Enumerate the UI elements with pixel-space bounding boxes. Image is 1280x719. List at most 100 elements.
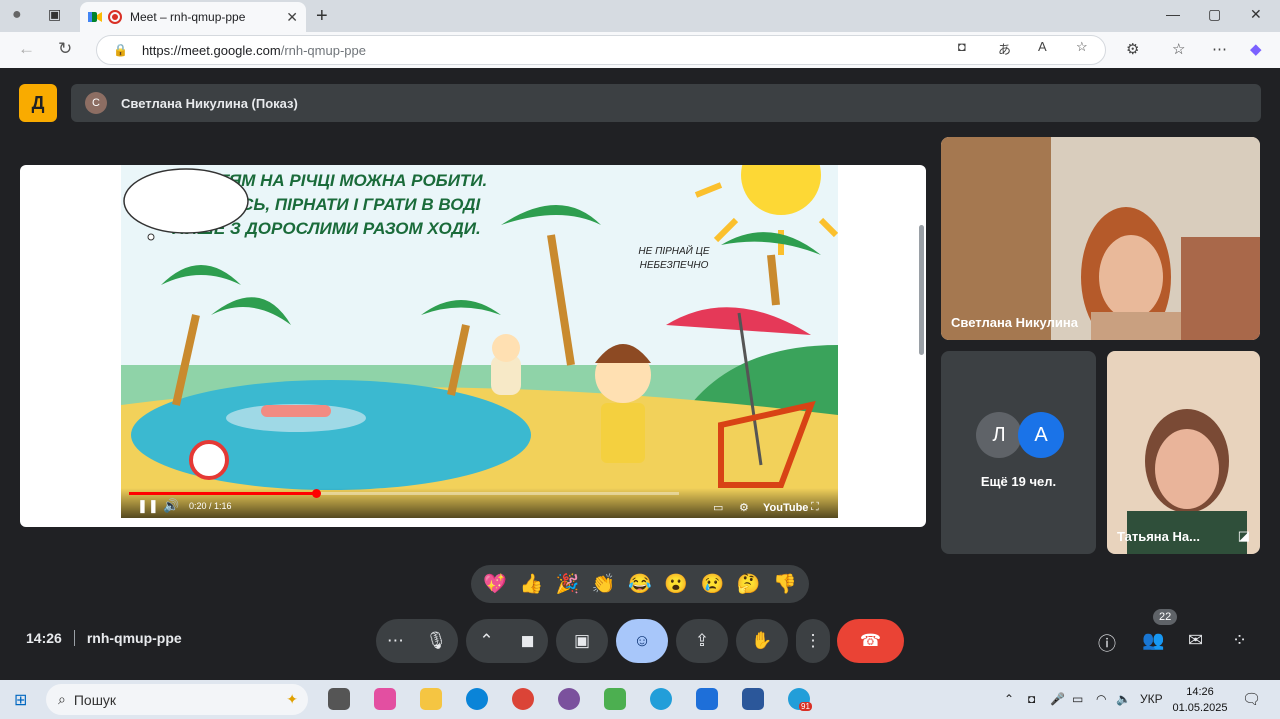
meeting-details-icon[interactable]: ⓘ [1098,630,1116,656]
bubble-text: НЕ ПІРНАЙ ЦЕ НЕБЕЗПЕЧНО [619,245,729,273]
edge-icon[interactable] [466,688,488,710]
start-icon[interactable]: ⊞ [14,690,27,710]
extensions-icon[interactable]: ⚙ [1126,40,1139,58]
profile-icon[interactable]: ● [12,6,22,24]
pause-icon[interactable]: ❚❚ [137,498,159,514]
search-icon: ⌕ [58,691,66,707]
word-icon[interactable] [742,688,764,710]
participant-tile[interactable]: Татьяна На... ◪ [1107,351,1260,554]
more-audio-options-icon[interactable]: ⋯ [387,631,404,651]
copilot-app-icon[interactable] [374,688,396,710]
lock-icon: 🔒 [113,43,128,57]
task-view-icon[interactable] [328,688,350,710]
others-avatar-2: А [1018,412,1064,458]
tray-mic-icon[interactable]: 🎤 [1050,692,1065,706]
store-icon[interactable] [604,688,626,710]
clock-time: 14:26 [1186,686,1214,698]
youtube-logo[interactable]: YouTube [763,502,808,514]
thought-bubble [123,168,249,241]
fullscreen-icon[interactable]: ⛶ [811,501,819,514]
meet-app: Д С Светлана Никулина (Показ) ЩО ДІТЯМ Н… [4,68,1276,680]
participant-count-badge: 22 [1153,609,1178,625]
maximize-button[interactable]: ▢ [1208,6,1221,23]
activities-icon[interactable]: ⁘ [1232,630,1247,651]
reaction-6-icon[interactable]: 😢 [701,572,725,596]
more-menu-icon[interactable]: ⋯ [1212,40,1227,58]
leave-call-button[interactable]: ☎ [837,619,904,663]
hang-up-icon: ☎ [859,631,882,650]
microphone-icon[interactable]: 🎙 [426,631,448,651]
read-aloud-icon[interactable]: A [1038,39,1047,54]
telegram-icon[interactable] [650,688,672,710]
tab-close-icon[interactable]: ✕ [286,9,298,26]
camera-in-use-icon[interactable]: ◘ [958,39,966,54]
reaction-2-icon[interactable]: 🎉 [556,572,580,596]
reactions-button[interactable]: ☺ [616,619,668,663]
present-button[interactable]: ⇪ [676,619,728,663]
telegram-badge: 91 [799,702,812,711]
favorite-star-icon[interactable]: ☆ [1076,39,1088,55]
progress-fill [129,492,316,495]
address-bar[interactable]: 🔒 https://meet.google.com/rnh-qmup-ppe [96,35,1106,65]
raise-hand-button[interactable]: ✋ [736,619,788,663]
reload-icon[interactable]: ↻ [58,39,72,59]
file-explorer-icon[interactable] [420,688,442,710]
speaker-tile[interactable]: Светлана Никулина [941,137,1260,340]
new-tab-button[interactable]: + [316,5,328,28]
video-player[interactable]: ЩО ДІТЯМ НА РІЧЦІ МОЖНА РОБИТИ. КУПАТИСЬ… [121,165,838,518]
captions-button[interactable]: ▣ [556,619,608,663]
sparkle-icon: ✦ [286,691,298,707]
people-icon[interactable]: 👥 [1142,630,1164,651]
subtitles-icon[interactable]: ▭ [713,501,723,514]
others-tile[interactable]: Л А Ещё 19 чел. [941,351,1096,554]
participant-video [1107,351,1260,554]
reaction-4-icon[interactable]: 😂 [628,572,652,596]
copilot-icon[interactable]: ◆ [1250,40,1262,58]
mic-control[interactable]: ⋯ 🎙 [376,619,458,663]
clock-date: 01.05.2025 [1172,702,1228,714]
reaction-1-icon[interactable]: 👍 [519,572,543,596]
participant-name: Татьяна На... [1117,529,1200,544]
reaction-3-icon[interactable]: 👏 [592,572,616,596]
chrome-icon[interactable] [512,688,534,710]
reaction-8-icon[interactable]: 👎 [773,572,797,596]
tab-actions-icon[interactable]: ▣ [48,6,61,23]
tab-meet[interactable]: Meet – rnh-qmup-ppe ✕ [80,2,306,32]
viber-icon[interactable] [558,688,580,710]
taskbar-search[interactable]: ⌕ Пошук ✦ [46,684,308,715]
camera-control[interactable]: ⌃ ◼ [466,619,548,663]
battery-icon[interactable]: ▭ [1072,692,1083,706]
chat-icon[interactable]: ✉ [1188,630,1203,651]
emoji-icon: ☺ [633,631,651,650]
system-clock[interactable]: 14:26 01.05.2025 [1172,684,1228,716]
tab-title: Meet – rnh-qmup-ppe [130,10,246,24]
favorites-icon[interactable]: ☆ [1172,40,1185,58]
language-indicator[interactable]: УКР [1140,692,1163,706]
reaction-5-icon[interactable]: 😮 [664,572,688,596]
back-icon[interactable]: ← [18,39,35,59]
close-window-button[interactable]: ✕ [1250,6,1262,23]
download-app-icon[interactable] [696,688,718,710]
shared-screen-scrollbar[interactable] [919,225,924,355]
progress-knob[interactable] [312,489,321,498]
present-screen-icon: ⇪ [694,631,710,650]
wifi-icon[interactable]: ◠ [1096,692,1106,706]
reaction-7-icon[interactable]: 🤔 [737,572,761,596]
translate-icon[interactable]: あ [998,39,1011,58]
volume-tray-icon[interactable]: 🔈 [1116,692,1131,706]
camera-icon[interactable]: ◼ [520,631,534,651]
settings-gear-icon[interactable]: ⚙ [739,501,749,514]
volume-icon[interactable]: 🔊 [163,498,179,514]
tray-camera-icon[interactable]: ◘ [1028,692,1035,706]
bubble-line-2: НЕБЕЗПЕЧНО [639,260,709,271]
reaction-0-icon[interactable]: 💖 [483,572,507,596]
divider [73,630,75,646]
minimize-button[interactable]: — [1166,6,1180,22]
more-options-button[interactable]: ⋮ [796,619,830,663]
tray-chevron-icon[interactable]: ⌃ [1004,692,1014,706]
notifications-icon[interactable]: 🗨 [1242,690,1261,708]
video-progress-bar[interactable] [129,489,679,498]
chevron-up-icon[interactable]: ⌃ [479,631,493,651]
speaker-video [941,137,1260,340]
pin-icon[interactable]: ◪ [1238,528,1250,544]
